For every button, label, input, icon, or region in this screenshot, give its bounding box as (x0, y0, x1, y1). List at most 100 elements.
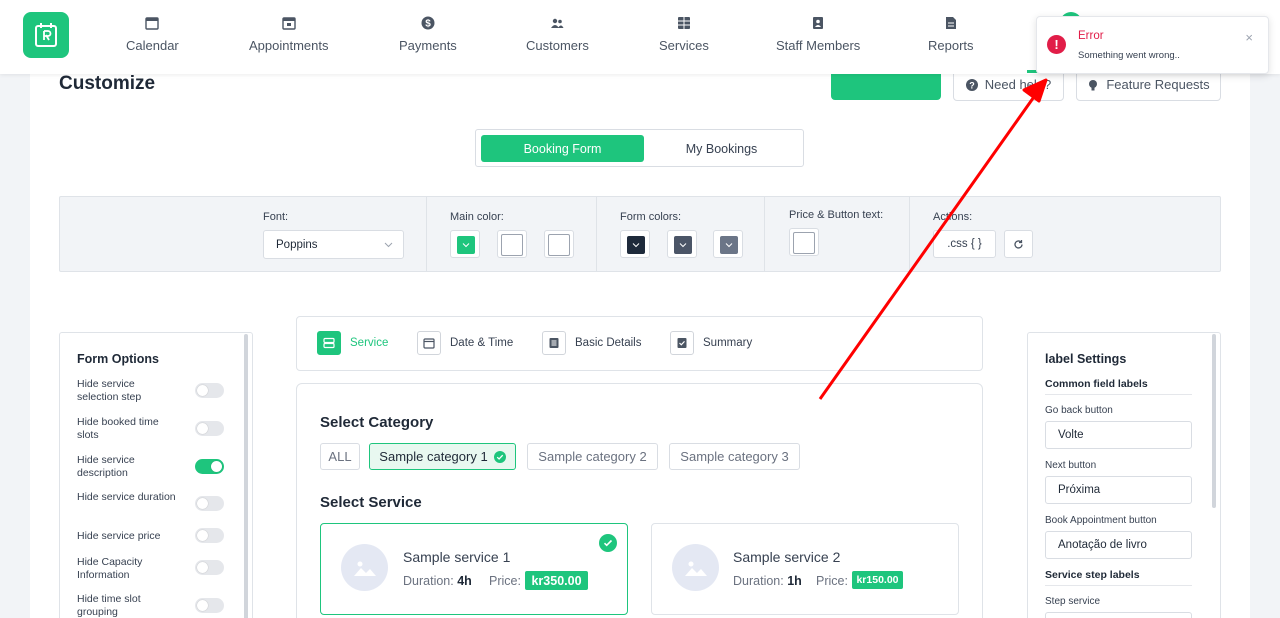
svg-text:?: ? (969, 80, 975, 90)
check-circle-icon (493, 450, 506, 463)
nav-appointments[interactable]: Appointments (249, 16, 329, 53)
main-color-swatch-2[interactable] (497, 230, 527, 258)
step-basic-details-label[interactable]: Basic Details (575, 337, 641, 349)
option-label: Hide service price (77, 530, 161, 542)
service-duration: Duration: 1h (733, 574, 802, 588)
check-square-icon (677, 338, 687, 348)
toast-title: Error (1078, 30, 1104, 42)
book-appointment-label: Book Appointment button (1045, 515, 1157, 526)
toggle-hide-service-price[interactable] (195, 528, 224, 543)
form-color-swatch-1[interactable] (620, 230, 650, 258)
step-date-time-icon[interactable] (417, 331, 441, 355)
calendar-icon (423, 338, 435, 349)
color-chip (457, 236, 475, 254)
step-date-time-label[interactable]: Date & Time (450, 337, 513, 349)
feature-requests-label: Feature Requests (1106, 77, 1210, 92)
step-summary-label[interactable]: Summary (703, 337, 752, 349)
toggle-hide-service-description[interactable] (195, 459, 224, 474)
form-color-swatch-3[interactable] (713, 230, 743, 258)
tab-booking-form[interactable]: Booking Form (481, 135, 644, 162)
color-chip (501, 234, 523, 256)
divider (1045, 394, 1192, 395)
price-badge: kr150.00 (852, 571, 903, 589)
list-icon (323, 337, 335, 349)
custom-css-button[interactable]: .css { } (933, 230, 996, 258)
nav-label: Customers (526, 38, 589, 53)
color-chip (720, 236, 738, 254)
toggle-hide-booked-slots[interactable] (195, 421, 224, 436)
nav-payments[interactable]: $ Payments (399, 16, 457, 53)
step-summary-icon[interactable] (670, 331, 694, 355)
color-chip (548, 234, 570, 256)
grid-icon (677, 16, 691, 30)
step-service-icon[interactable] (317, 331, 341, 355)
calendar-icon (145, 16, 160, 30)
option-label: Hide Capacity Information (77, 556, 143, 581)
category-chip-1[interactable]: Sample category 1 (369, 443, 516, 470)
nav-reports[interactable]: Reports (928, 16, 974, 53)
category-chip-2[interactable]: Sample category 2 (527, 443, 658, 470)
actions-label: Actions: (933, 211, 973, 223)
divider (596, 197, 597, 271)
step-service-label[interactable]: Service (350, 337, 388, 349)
main-color-swatch-3[interactable] (544, 230, 574, 258)
toggle-hide-capacity[interactable] (195, 560, 224, 575)
step-service-input[interactable] (1045, 612, 1192, 618)
toggle-hide-service-duration[interactable] (195, 496, 224, 511)
nav-customers[interactable]: Customers (526, 16, 589, 53)
image-placeholder-icon (341, 544, 388, 591)
nav-staff-members[interactable]: Staff Members (776, 16, 860, 53)
close-icon[interactable]: × (1245, 30, 1253, 45)
page-title: Customize (59, 73, 156, 94)
scrollbar[interactable] (1212, 334, 1216, 508)
nav-calendar[interactable]: Calendar (126, 16, 179, 53)
service-price-label: Price: (489, 574, 521, 588)
nav-label: Calendar (126, 38, 179, 53)
select-category-title: Select Category (320, 414, 434, 431)
nav-label: Services (659, 38, 709, 53)
scrollbar[interactable] (244, 334, 248, 618)
font-select[interactable]: Poppins (263, 230, 404, 259)
error-toast: ! Error Something went wrong.. × (1036, 16, 1269, 74)
lightbulb-icon (1087, 79, 1099, 91)
form-colors-label: Form colors: (620, 211, 682, 223)
category-chip-all[interactable]: ALL (320, 443, 360, 470)
service-name: Sample service 1 (403, 549, 511, 565)
next-button-input[interactable]: Próxima (1045, 476, 1192, 504)
logo-icon (35, 23, 57, 47)
book-appointment-input[interactable]: Anotação de livro (1045, 531, 1192, 559)
chevron-down-icon (632, 243, 640, 248)
main-color-swatch-1[interactable] (450, 230, 480, 258)
font-select-value: Poppins (276, 238, 318, 251)
color-chip (627, 236, 645, 254)
label-settings-title: label Settings (1045, 352, 1127, 366)
nav-services[interactable]: Services (659, 16, 709, 53)
option-label: Hide service duration (77, 491, 176, 503)
go-back-input[interactable]: Volte (1045, 421, 1192, 449)
tab-my-bookings[interactable]: My Bookings (640, 135, 803, 162)
reset-button[interactable] (1004, 230, 1033, 258)
select-service-title: Select Service (320, 494, 422, 511)
toggle-hide-slot-grouping[interactable] (195, 598, 224, 613)
divider (1045, 585, 1192, 586)
form-tabs: Booking Form My Bookings (475, 129, 804, 167)
service-price-label: Price: (816, 574, 848, 588)
form-color-swatch-2[interactable] (667, 230, 697, 258)
category-chip-label: Sample category 1 (379, 449, 488, 464)
option-label: Hide service selection step (77, 378, 142, 403)
need-help-label: Need help? (984, 77, 1052, 92)
price-button-color-swatch[interactable] (789, 228, 819, 256)
price-badge: kr350.00 (525, 571, 588, 590)
service-step-labels-title: Service step labels (1045, 569, 1140, 581)
category-chip-3[interactable]: Sample category 3 (669, 443, 800, 470)
calendar-check-icon (282, 16, 296, 30)
chevron-down-icon (384, 242, 393, 248)
save-button[interactable] (831, 74, 941, 100)
chevron-down-icon (679, 243, 687, 248)
toggle-hide-service-selection[interactable] (195, 383, 224, 398)
step-basic-details-icon[interactable] (542, 331, 566, 355)
refresh-icon (1014, 239, 1023, 249)
check-circle-icon (599, 534, 617, 552)
dollar-icon: $ (421, 16, 435, 30)
app-logo[interactable] (23, 12, 69, 58)
